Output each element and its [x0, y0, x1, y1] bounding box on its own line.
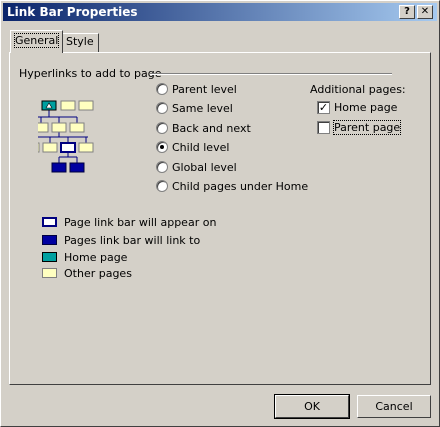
tab-general[interactable]: General	[10, 30, 64, 53]
legend-other-label: Other pages	[64, 267, 132, 280]
level3-page-icon	[38, 142, 40, 153]
level2-page-icon	[69, 122, 85, 133]
page-appear-icon	[42, 217, 57, 227]
radio-label[interactable]: Parent level	[172, 83, 237, 96]
additional-pages-title: Additional pages:	[310, 83, 406, 96]
radio-button[interactable]	[156, 141, 168, 153]
current-page-icon	[60, 142, 76, 153]
child-page-icon	[51, 162, 67, 173]
tab-style-label: Style	[66, 35, 94, 48]
tab-style[interactable]: Style	[61, 33, 99, 52]
radio-button[interactable]	[156, 83, 168, 95]
window-title: Link Bar Properties	[7, 5, 138, 19]
help-button[interactable]: ?	[399, 5, 415, 19]
group-title: Hyperlinks to add to page	[19, 67, 162, 80]
dialog-window: Link Bar Properties ? ✕ General Style Hy…	[0, 0, 440, 427]
level3-page-icon	[42, 142, 58, 153]
legend-link-label: Pages link bar will link to	[64, 234, 201, 247]
radio-label[interactable]: Same level	[172, 102, 233, 115]
level2-page-icon	[38, 122, 49, 133]
radio-label[interactable]: Child level	[172, 141, 229, 154]
level2-page-icon	[51, 122, 67, 133]
level3-page-icon	[78, 142, 94, 153]
hierarchy-diagram	[38, 100, 94, 173]
radio-label[interactable]: Child pages under Home	[172, 180, 308, 193]
radio-button[interactable]	[156, 180, 168, 192]
ok-button[interactable]: OK	[274, 394, 350, 419]
general-panel: Hyperlinks to add to page Parent level S…	[9, 52, 431, 385]
radio-button[interactable]	[156, 122, 168, 134]
radio-button[interactable]	[156, 102, 168, 114]
cancel-button[interactable]: Cancel	[357, 395, 431, 418]
radio-label[interactable]: Back and next	[172, 122, 251, 135]
close-button[interactable]: ✕	[417, 5, 433, 19]
radio-button[interactable]	[156, 161, 168, 173]
top-page-icon	[78, 100, 94, 111]
group-separator	[150, 73, 392, 75]
diagram-lines	[38, 110, 88, 163]
parent-page-label[interactable]: Parent page	[332, 120, 402, 135]
child-page-icon	[69, 162, 85, 173]
title-bar[interactable]: Link Bar Properties ? ✕	[3, 3, 437, 21]
page-link-icon	[42, 235, 57, 245]
tab-general-label: General	[13, 33, 60, 48]
top-page-icon	[60, 100, 76, 111]
home-page-checkbox[interactable]: ✓	[317, 101, 330, 114]
home-page-icon	[42, 252, 57, 262]
radio-label[interactable]: Global level	[172, 161, 237, 174]
other-page-icon	[42, 268, 57, 278]
legend-home-label: Home page	[64, 251, 128, 264]
home-page-label[interactable]: Home page	[334, 101, 397, 114]
legend-appear-label: Page link bar will appear on	[64, 216, 217, 229]
parent-page-checkbox[interactable]	[317, 121, 330, 134]
